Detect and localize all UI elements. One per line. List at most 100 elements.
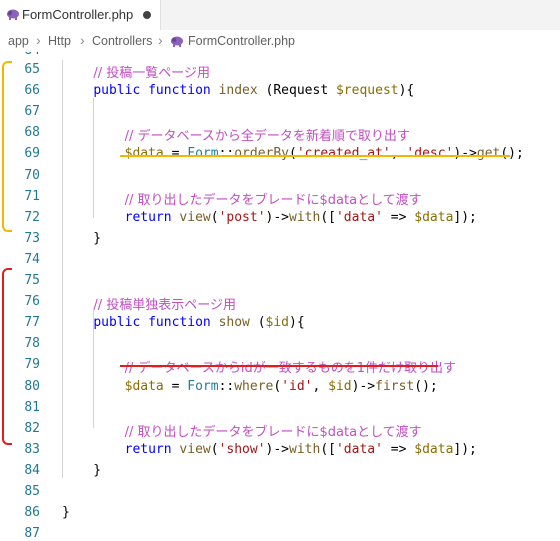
code-token: $request [335, 83, 399, 99]
line-number: 66 [24, 83, 40, 99]
code-line[interactable]: // 取り出したデータをブレードに$dataとして渡す [62, 421, 422, 440]
code-token: $data [124, 378, 164, 394]
code-line[interactable]: // 投稿単独表示ページ用 [62, 294, 236, 313]
code-token: )-> [265, 441, 290, 457]
code-token: )-> [453, 146, 477, 162]
code-token: ( [289, 146, 297, 162]
line-number: 78 [24, 336, 40, 352]
yellow-bracket-annotation [2, 61, 12, 232]
tab-bar: FormController.php [0, 0, 560, 31]
code-token: ( [249, 315, 266, 331]
code-token: } [62, 505, 70, 521]
code-token: (); [500, 146, 524, 162]
code-line[interactable]: return view('show')->with(['data' => $da… [62, 442, 477, 457]
line-number: 81 [24, 399, 40, 415]
code-token: = [163, 146, 188, 162]
line-number: 79 [24, 357, 40, 373]
chevron-right-icon: › [80, 32, 85, 48]
code-token: first [375, 378, 415, 394]
code-token: // データベースから全データを新着順で取り出す [124, 129, 410, 145]
code-token: , [390, 146, 407, 162]
code-line[interactable]: } [62, 463, 101, 478]
code-token: => [382, 209, 415, 225]
tab-formcontroller[interactable]: FormController.php [0, 0, 161, 30]
breadcrumb-item-controllers[interactable]: Controllers [92, 34, 152, 48]
code-line[interactable]: // 投稿一覧ページ用 [62, 62, 210, 81]
code-line[interactable]: public function show ($id){ [62, 315, 305, 331]
line-number: 76 [24, 294, 40, 310]
php-elephant-icon [171, 36, 183, 47]
tab-label: FormController.php [22, 7, 134, 22]
chevron-right-icon: › [158, 32, 163, 48]
breadcrumb: app › Http › Controllers › FormControlle… [0, 30, 560, 52]
code-token: public [93, 315, 141, 331]
code-line[interactable]: } [62, 505, 70, 520]
breadcrumb-item-file[interactable]: FormController.php [188, 34, 295, 48]
code-token: 'data' [335, 209, 383, 225]
code-token: } [62, 230, 102, 246]
line-number: 85 [24, 484, 40, 499]
line-number: 82 [24, 420, 40, 436]
line-number: 77 [24, 315, 40, 331]
line-number: 74 [24, 251, 40, 267]
code-line[interactable]: return view('post')->with(['data' => $da… [62, 210, 477, 225]
code-token: ]); [453, 441, 477, 457]
code-line[interactable]: public function index (Request $request)… [62, 83, 414, 98]
code-token: 'show' [218, 441, 266, 457]
code-line[interactable]: // 取り出したデータをブレードに$dataとして渡す [62, 189, 422, 208]
code-token: Form [187, 378, 219, 394]
unsaved-dot-icon[interactable] [143, 11, 151, 19]
code-line[interactable]: } [62, 231, 101, 246]
indent-guide [93, 98, 94, 218]
code-token: view [179, 209, 211, 225]
code-token: ( [257, 83, 274, 99]
line-number: 87 [24, 526, 40, 541]
line-number: 75 [24, 273, 40, 288]
code-token: :: [218, 146, 235, 162]
code-token: function [148, 315, 211, 331]
code-token: $data [124, 146, 164, 162]
chevron-right-icon: › [36, 32, 41, 48]
breadcrumb-item-app[interactable]: app [8, 34, 29, 48]
code-line[interactable]: $data = Form::orderBy('created_at', 'des… [62, 146, 524, 161]
code-token: show [218, 315, 250, 331]
code-line[interactable]: $data = Form::where('id', $id)->first(); [62, 379, 438, 394]
code-token: $data [414, 441, 454, 457]
indent-guide [93, 308, 94, 428]
code-token: ){ [289, 315, 305, 331]
code-token: (); [414, 378, 438, 394]
code-token: ]); [453, 209, 477, 225]
code-token: // 投稿単独表示ページ用 [93, 298, 236, 314]
line-number: 86 [24, 505, 40, 521]
code-token: $id [328, 378, 352, 394]
code-token: )-> [351, 378, 376, 394]
breadcrumb-item-http[interactable]: Http [48, 34, 71, 48]
code-token: => [382, 441, 415, 457]
code-token: Request [273, 83, 329, 99]
code-token: $data [414, 209, 454, 225]
code-token: ( [210, 441, 219, 457]
code-token: ([ [320, 441, 336, 457]
line-number: 80 [24, 378, 40, 394]
code-token: with [289, 209, 321, 225]
code-token: // データベースからidが一致するものを1件だけ取り出す [124, 361, 457, 377]
partial-line-number: 84 [0, 52, 560, 58]
php-elephant-icon [7, 9, 19, 20]
line-number: 65 [24, 62, 40, 77]
code-token: ([ [320, 209, 336, 225]
code-line[interactable]: // データベースから全データを新着順で取り出す [62, 125, 410, 144]
code-token: ){ [398, 83, 415, 99]
code-token: function [148, 83, 211, 99]
code-token: Form [187, 146, 219, 162]
code-token: )-> [265, 209, 290, 225]
line-number: 67 [24, 104, 40, 120]
code-token: with [289, 441, 321, 457]
